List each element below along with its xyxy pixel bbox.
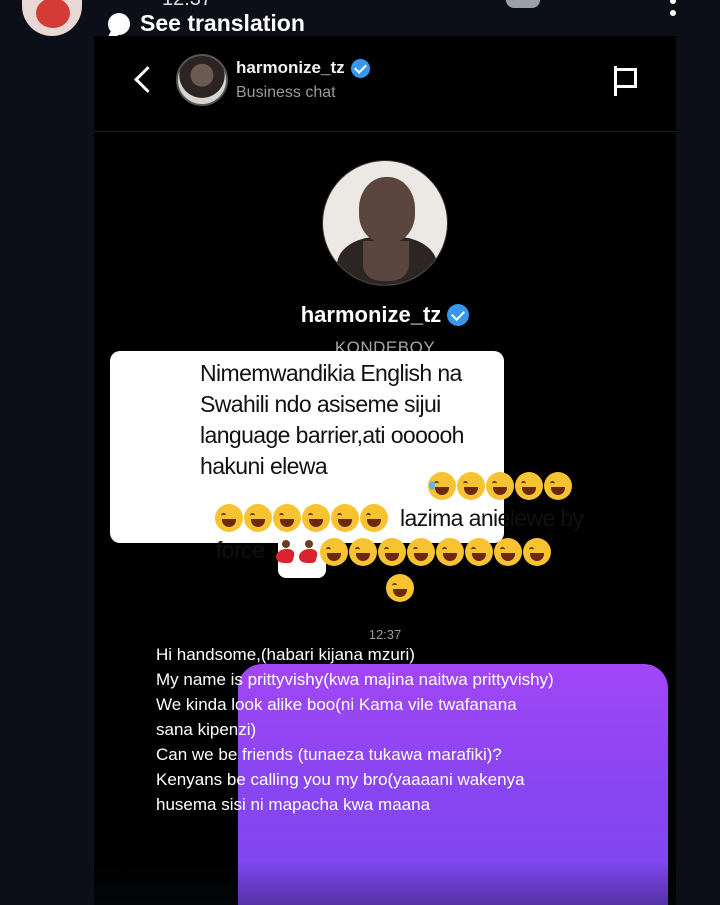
screen-fade	[0, 862, 720, 905]
more-options-icon[interactable]	[670, 0, 676, 16]
caption-emoji-row-1	[428, 472, 572, 500]
joy-emoji-icon	[523, 538, 551, 566]
joy-emoji-icon	[331, 504, 359, 532]
dancer-emoji-icon	[274, 538, 296, 566]
joy-emoji-icon	[360, 504, 388, 532]
message-timestamp: 12:37	[368, 627, 402, 642]
message-line: We kinda look alike boo(ni Kama vile twa…	[156, 695, 517, 739]
joy-emoji-icon	[244, 504, 272, 532]
joy-emoji-icon	[486, 472, 514, 500]
joy-emoji-icon	[378, 538, 406, 566]
profile-username-row: harmonize_tz	[94, 302, 676, 328]
joy-emoji-icon	[215, 504, 243, 532]
header-username: harmonize_tz	[236, 58, 345, 77]
caption-line-tail: lazima anielewe by	[400, 505, 584, 531]
see-translation-button[interactable]: See translation	[108, 10, 305, 37]
caption-emoji-row-3	[274, 538, 551, 566]
chat-header: harmonize_tz Business chat	[94, 36, 676, 132]
joy-emoji-icon	[302, 504, 330, 532]
profile-username: harmonize_tz	[300, 302, 442, 327]
joy-emoji-icon	[349, 538, 377, 566]
header-avatar[interactable]	[176, 54, 228, 106]
header-subtitle: Business chat	[236, 84, 336, 101]
caption-text: Nimemwandikia English na Swahili ndo asi…	[120, 358, 502, 482]
joy-emoji-icon	[436, 538, 464, 566]
speech-bubble-icon	[108, 12, 130, 35]
caption-emoji-row-4	[386, 574, 414, 602]
message-line: Can we be friends (tunaeza tukawa marafi…	[156, 745, 502, 764]
joy-emoji-icon	[544, 472, 572, 500]
joy-emoji-icon	[515, 472, 543, 500]
caption-emoji-row-2	[215, 504, 388, 532]
caption-line-force: force	[216, 537, 265, 563]
back-chevron-icon[interactable]	[130, 62, 156, 98]
message-line: Hi handsome,(habari kijana mzuri)	[156, 645, 415, 664]
joy-emoji-icon	[407, 538, 435, 566]
joy-emoji-icon	[457, 472, 485, 500]
message-line: Kenyans be calling you my bro(yaaaani wa…	[156, 770, 525, 814]
joy-emoji-icon	[386, 574, 414, 602]
dancer-emoji-icon	[297, 538, 319, 566]
verified-badge-icon	[447, 304, 470, 326]
profile-photo[interactable]	[322, 160, 448, 286]
caption-main-text: Nimemwandikia English na Swahili ndo asi…	[200, 360, 464, 479]
joy-emoji-icon	[465, 538, 493, 566]
header-username-row[interactable]: harmonize_tz	[236, 58, 370, 78]
see-translation-label: See translation	[140, 10, 305, 36]
battery-icon	[506, 0, 540, 8]
verified-badge-icon	[350, 58, 370, 78]
joy-emoji-icon	[494, 538, 522, 566]
flag-icon[interactable]	[610, 64, 640, 98]
outgoing-message-text: Hi handsome,(habari kijana mzuri) My nam…	[156, 642, 556, 817]
status-bar-indicators	[506, 0, 540, 8]
crying-emoji-icon	[428, 472, 456, 500]
joy-emoji-icon	[320, 538, 348, 566]
message-line: My name is prittyvishy(kwa majina naitwa…	[156, 670, 554, 689]
joy-emoji-icon	[273, 504, 301, 532]
story-author-avatar[interactable]	[22, 0, 82, 36]
